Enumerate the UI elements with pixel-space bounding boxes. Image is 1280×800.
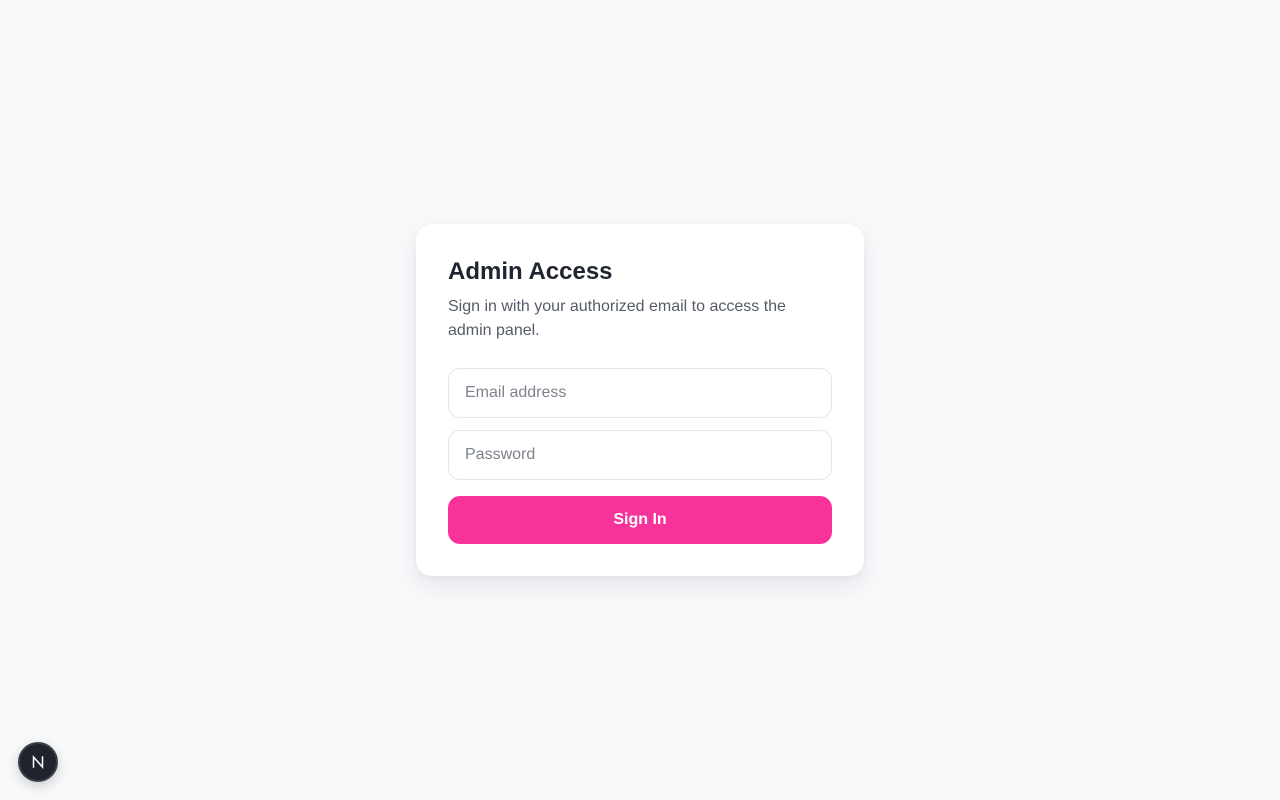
page-title: Admin Access (448, 258, 613, 285)
nextjs-dev-tools-button[interactable] (18, 742, 58, 782)
sign-in-button[interactable]: Sign In (448, 496, 832, 544)
email-input[interactable] (448, 368, 832, 418)
password-input[interactable] (448, 430, 832, 480)
nextjs-logo-icon (32, 755, 44, 769)
page-subtitle: Sign in with your authorized email to ac… (448, 298, 786, 339)
login-card: Admin Access Sign in with your authorize… (416, 224, 864, 576)
